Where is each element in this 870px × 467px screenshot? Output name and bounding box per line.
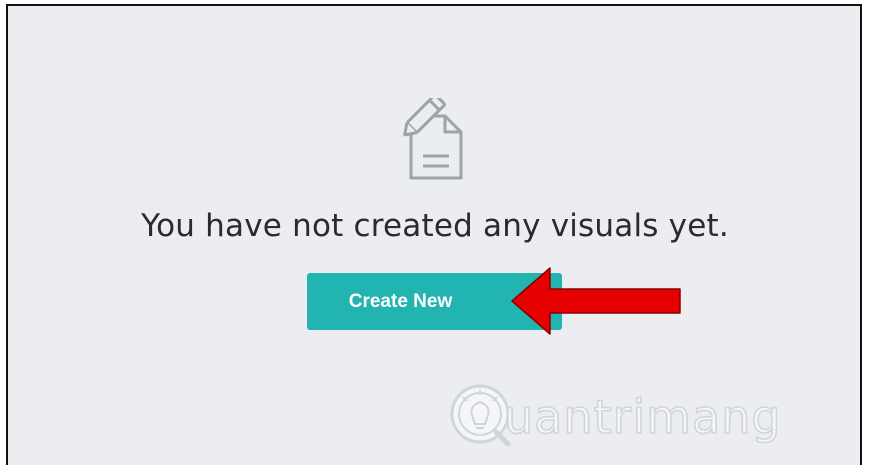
create-new-button[interactable]: Create New [307, 273, 562, 330]
empty-state-message: You have not created any visuals yet. [141, 208, 729, 244]
quantrimang-watermark: uantrimang [444, 372, 804, 462]
document-edit-icon [403, 98, 463, 180]
watermark-text: uantrimang [503, 389, 782, 445]
